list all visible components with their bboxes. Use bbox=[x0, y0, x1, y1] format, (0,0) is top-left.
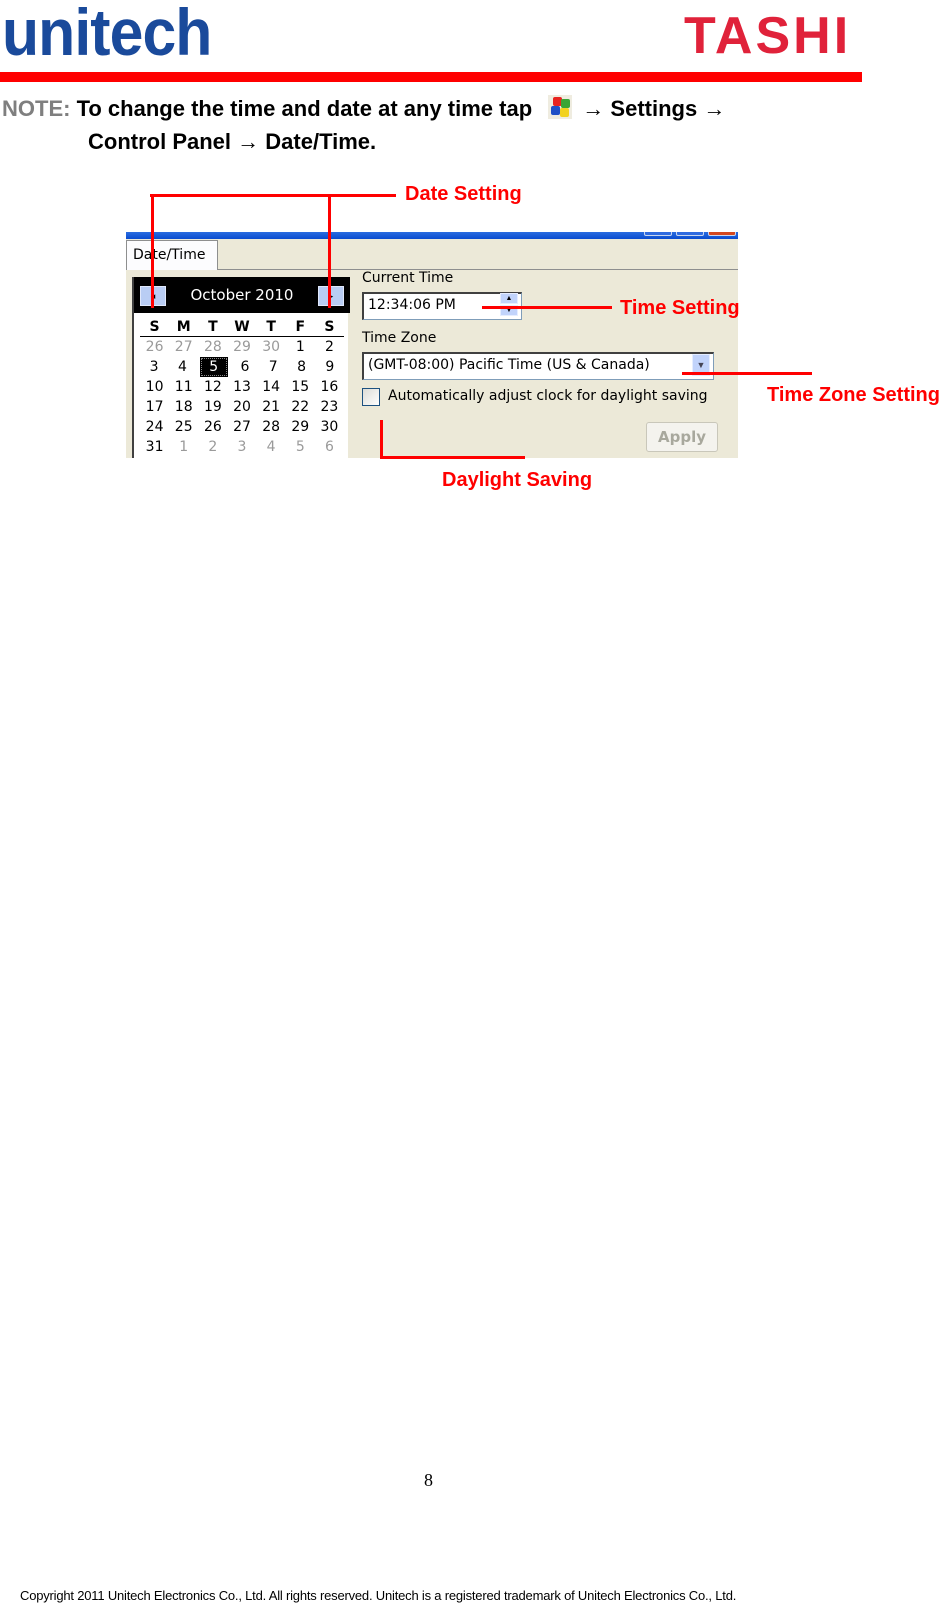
daylight-saving-annotation: Daylight Saving bbox=[442, 469, 593, 491]
calendar-day[interactable]: 6 bbox=[315, 437, 344, 457]
note-step-datetime: Date/Time. bbox=[265, 129, 377, 154]
windows-start-icon bbox=[548, 95, 573, 119]
arrow-icon: → bbox=[703, 96, 726, 121]
calendar-day[interactable]: 22 bbox=[286, 397, 315, 417]
time-spin-up[interactable]: ▲ bbox=[500, 293, 518, 304]
calendar-day[interactable]: 1 bbox=[169, 437, 198, 457]
calendar-day[interactable]: 23 bbox=[315, 397, 344, 417]
calendar-day[interactable]: 12 bbox=[198, 377, 227, 397]
calendar-day[interactable]: 29 bbox=[227, 337, 256, 357]
weekday-label: T bbox=[256, 317, 286, 337]
current-time-label: Current Time bbox=[362, 270, 454, 286]
calendar: October 2010 ◂ ▸ SMTWTFS 262728293012345… bbox=[132, 277, 350, 458]
calendar-week: 10 11 12 13 14 15 16 bbox=[140, 377, 344, 397]
time-zone-select[interactable]: (GMT-08:00) Pacific Time (US & Canada) bbox=[362, 352, 714, 380]
calendar-grid: SMTWTFS 26 27 28 29 30 1 2 3 4 5 6 7 8 9 10 11 12 13 14 15 1… bbox=[140, 317, 344, 457]
calendar-day[interactable]: 10 bbox=[140, 377, 169, 397]
tab-datetime[interactable]: Date/Time bbox=[126, 240, 218, 270]
weekday-label: M bbox=[169, 317, 199, 337]
calendar-day[interactable]: 1 bbox=[286, 337, 315, 357]
calendar-day-selected[interactable]: 5 bbox=[199, 357, 228, 377]
weekday-header: SMTWTFS bbox=[140, 317, 344, 337]
calendar-day[interactable]: 7 bbox=[259, 357, 287, 377]
copyright-footer: Copyright 2011 Unitech Electronics Co., … bbox=[20, 1588, 737, 1603]
note-label: NOTE: bbox=[2, 96, 71, 121]
note-step-settings: Settings bbox=[610, 96, 698, 121]
calendar-day[interactable]: 4 bbox=[168, 357, 196, 377]
calendar-day[interactable]: 31 bbox=[140, 437, 169, 457]
calendar-day[interactable]: 21 bbox=[257, 397, 286, 417]
time-setting-annotation: Time Setting bbox=[620, 297, 740, 319]
calendar-day[interactable]: 24 bbox=[140, 417, 169, 437]
datetime-dialog: Date/Time October 2010 ◂ ▸ SMTWTFS 26272… bbox=[126, 232, 738, 458]
date-callout-line bbox=[150, 194, 396, 197]
time-zone-label: Time Zone bbox=[362, 330, 437, 346]
daylight-callout-line-v bbox=[380, 420, 383, 458]
calendar-day[interactable]: 30 bbox=[315, 417, 344, 437]
minimize-button[interactable] bbox=[644, 232, 672, 236]
timezone-callout-line bbox=[682, 372, 812, 375]
date-callout-line-left bbox=[151, 196, 154, 308]
daylight-checkbox-label: Automatically adjust clock for daylight … bbox=[388, 388, 708, 404]
calendar-week: 17 18 19 20 21 22 23 bbox=[140, 397, 344, 417]
calendar-day[interactable]: 6 bbox=[231, 357, 259, 377]
calendar-week: 26 27 28 29 30 1 2 bbox=[140, 337, 344, 357]
time-zone-setting-annotation: Time Zone Setting bbox=[767, 384, 940, 406]
date-setting-annotation: Date Setting bbox=[405, 183, 522, 205]
calendar-day[interactable]: 29 bbox=[286, 417, 315, 437]
calendar-day[interactable]: 17 bbox=[140, 397, 169, 417]
weekday-label: T bbox=[198, 317, 228, 337]
calendar-day[interactable]: 26 bbox=[198, 417, 227, 437]
next-month-button[interactable]: ▸ bbox=[318, 286, 344, 306]
page-number: 8 bbox=[424, 1470, 433, 1490]
header-rule bbox=[0, 72, 862, 82]
tashi-logo: TASHI bbox=[684, 7, 852, 65]
calendar-day[interactable]: 15 bbox=[286, 377, 315, 397]
maximize-button[interactable] bbox=[676, 232, 704, 236]
calendar-day[interactable]: 28 bbox=[198, 337, 227, 357]
weekday-label: W bbox=[227, 317, 257, 337]
calendar-day[interactable]: 18 bbox=[169, 397, 198, 417]
note-text: To change the time and date at any time … bbox=[76, 96, 533, 121]
calendar-day[interactable]: 27 bbox=[227, 417, 256, 437]
calendar-day[interactable]: 20 bbox=[227, 397, 256, 417]
calendar-day[interactable]: 8 bbox=[287, 357, 315, 377]
calendar-day[interactable]: 3 bbox=[227, 437, 256, 457]
weekday-label: F bbox=[285, 317, 315, 337]
calendar-day[interactable]: 11 bbox=[169, 377, 198, 397]
date-callout-line-right bbox=[328, 196, 331, 308]
calendar-day[interactable]: 3 bbox=[140, 357, 168, 377]
calendar-day[interactable]: 5 bbox=[286, 437, 315, 457]
calendar-day[interactable]: 30 bbox=[257, 337, 286, 357]
apply-button[interactable]: Apply bbox=[646, 422, 718, 452]
daylight-checkbox[interactable] bbox=[362, 388, 380, 406]
calendar-week: 3456789 bbox=[140, 357, 344, 377]
calendar-day[interactable]: 2 bbox=[198, 437, 227, 457]
tab-divider bbox=[218, 269, 738, 270]
unitech-logo: unitech bbox=[2, 0, 212, 69]
calendar-day[interactable]: 2 bbox=[315, 337, 344, 357]
calendar-week: 31 1 2 3 4 5 6 bbox=[140, 437, 344, 457]
daylight-callout-line-h bbox=[380, 456, 525, 459]
weekday-label: S bbox=[140, 317, 170, 337]
note-step-control-panel: Control Panel bbox=[88, 129, 232, 154]
calendar-day[interactable]: 19 bbox=[198, 397, 227, 417]
arrow-icon: → bbox=[237, 129, 260, 154]
calendar-day[interactable]: 26 bbox=[140, 337, 169, 357]
weekday-label: S bbox=[314, 317, 344, 337]
calendar-day[interactable]: 4 bbox=[257, 437, 286, 457]
time-callout-line bbox=[482, 306, 612, 309]
calendar-day[interactable]: 28 bbox=[257, 417, 286, 437]
calendar-day[interactable]: 25 bbox=[169, 417, 198, 437]
note-paragraph: NOTE: To change the time and date at any… bbox=[2, 92, 726, 154]
calendar-day[interactable]: 16 bbox=[315, 377, 344, 397]
calendar-day[interactable]: 13 bbox=[227, 377, 256, 397]
arrow-icon: → bbox=[582, 96, 605, 121]
calendar-day[interactable]: 14 bbox=[257, 377, 286, 397]
calendar-day[interactable]: 9 bbox=[316, 357, 344, 377]
close-button[interactable] bbox=[708, 232, 736, 236]
calendar-day[interactable]: 27 bbox=[169, 337, 198, 357]
calendar-week: 24 25 26 27 28 29 30 bbox=[140, 417, 344, 437]
